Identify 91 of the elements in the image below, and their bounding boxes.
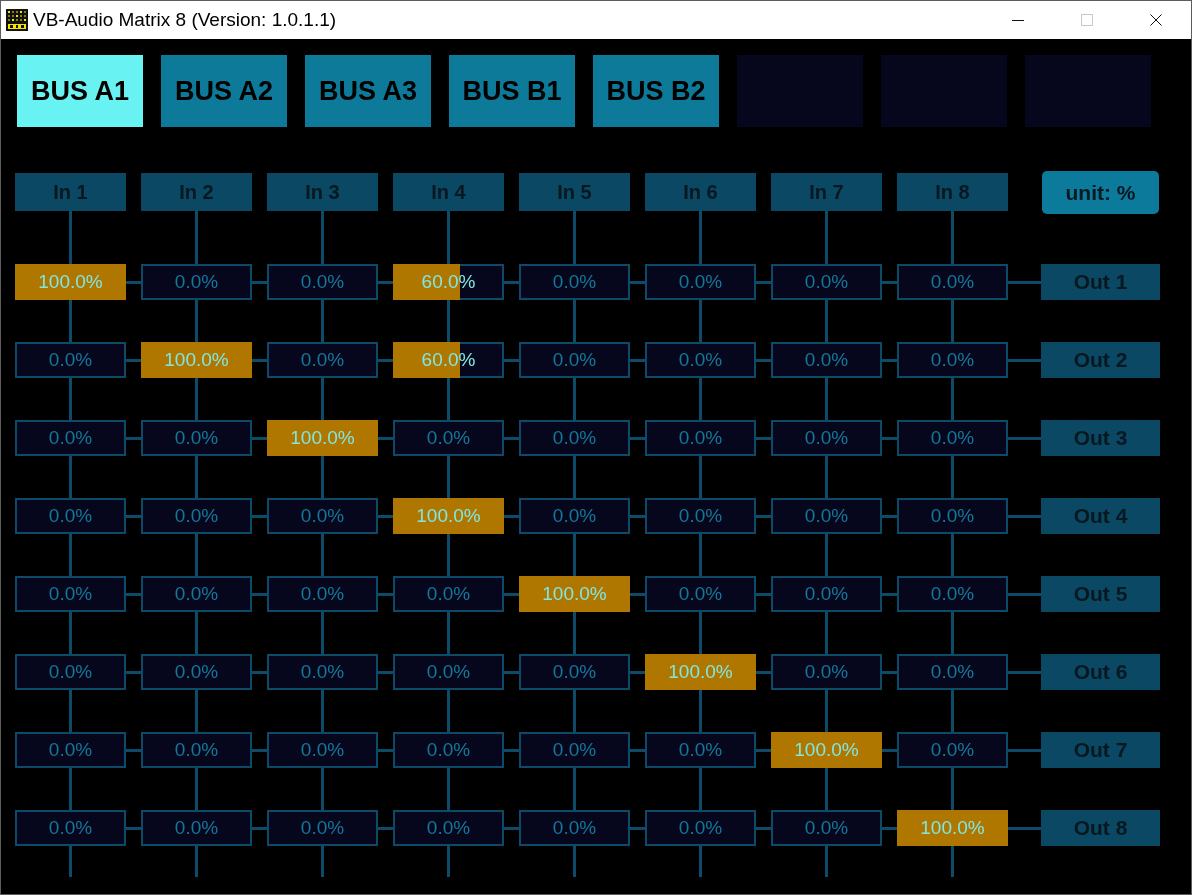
gain-slider[interactable]: 100.0%: [645, 654, 756, 690]
gain-slider[interactable]: 100.0%: [897, 810, 1008, 846]
gain-slider[interactable]: 100.0%: [771, 732, 882, 768]
empty-tab[interactable]: [1025, 55, 1151, 127]
output-label: Out 2: [1041, 342, 1160, 378]
gain-slider[interactable]: 100.0%: [141, 342, 252, 378]
close-icon: [1149, 14, 1162, 26]
gain-slider[interactable]: 0.0%: [393, 810, 504, 846]
gain-slider[interactable]: 0.0%: [771, 810, 882, 846]
gain-slider[interactable]: 0.0%: [645, 420, 756, 456]
gain-slider[interactable]: 0.0%: [519, 498, 630, 534]
gain-slider[interactable]: 0.0%: [771, 654, 882, 690]
gain-slider[interactable]: 0.0%: [645, 498, 756, 534]
gain-slider[interactable]: 0.0%: [267, 264, 378, 300]
gain-slider[interactable]: 0.0%: [645, 576, 756, 612]
gain-slider[interactable]: 0.0%: [771, 576, 882, 612]
gain-slider[interactable]: 0.0%: [267, 810, 378, 846]
gain-slider[interactable]: 0.0%: [519, 342, 630, 378]
input-label: In 1: [15, 173, 126, 211]
gain-slider[interactable]: 100.0%: [393, 498, 504, 534]
gain-slider[interactable]: 0.0%: [267, 732, 378, 768]
output-label: Out 6: [1041, 654, 1160, 690]
gain-slider[interactable]: 100.0%: [267, 420, 378, 456]
gain-slider[interactable]: 0.0%: [519, 810, 630, 846]
input-label: In 4: [393, 173, 504, 211]
gain-slider[interactable]: 0.0%: [15, 498, 126, 534]
input-label: In 3: [267, 173, 378, 211]
gain-slider[interactable]: 0.0%: [519, 264, 630, 300]
gain-slider[interactable]: 0.0%: [141, 576, 252, 612]
empty-tab[interactable]: [737, 55, 863, 127]
gain-slider[interactable]: 0.0%: [771, 420, 882, 456]
gain-slider[interactable]: 0.0%: [897, 264, 1008, 300]
gain-slider[interactable]: 0.0%: [897, 576, 1008, 612]
gain-slider[interactable]: 100.0%: [519, 576, 630, 612]
gain-slider[interactable]: 0.0%: [519, 654, 630, 690]
grid-logo-icon: [6, 9, 28, 31]
gain-slider[interactable]: 0.0%: [141, 732, 252, 768]
input-label: In 5: [519, 173, 630, 211]
gain-slider[interactable]: 0.0%: [393, 732, 504, 768]
empty-tab[interactable]: [881, 55, 1007, 127]
gain-slider[interactable]: 0.0%: [897, 420, 1008, 456]
gain-slider[interactable]: 0.0%: [15, 654, 126, 690]
gain-slider[interactable]: 0.0%: [141, 264, 252, 300]
gain-slider[interactable]: 0.0%: [267, 342, 378, 378]
gain-slider[interactable]: 0.0%: [897, 654, 1008, 690]
gain-slider[interactable]: 0.0%: [267, 654, 378, 690]
gain-slider[interactable]: 0.0%: [393, 654, 504, 690]
gain-slider[interactable]: 0.0%: [15, 810, 126, 846]
gain-slider[interactable]: 0.0%: [771, 264, 882, 300]
input-label: In 7: [771, 173, 882, 211]
gain-slider[interactable]: 0.0%: [645, 342, 756, 378]
output-label: Out 7: [1041, 732, 1160, 768]
gain-slider[interactable]: 0.0%: [267, 576, 378, 612]
output-label: Out 4: [1041, 498, 1160, 534]
gain-slider[interactable]: 0.0%: [519, 420, 630, 456]
gain-slider[interactable]: 0.0%: [15, 420, 126, 456]
gain-slider[interactable]: 0.0%: [141, 420, 252, 456]
gain-slider[interactable]: 0.0%: [897, 498, 1008, 534]
gain-slider[interactable]: 0.0%: [393, 576, 504, 612]
input-label: In 6: [645, 173, 756, 211]
output-label: Out 8: [1041, 810, 1160, 846]
bus-tab[interactable]: BUS A3: [305, 55, 431, 127]
gain-slider[interactable]: 0.0%: [645, 810, 756, 846]
gain-slider[interactable]: 0.0%: [141, 498, 252, 534]
gain-slider[interactable]: 0.0%: [771, 498, 882, 534]
gain-slider[interactable]: 0.0%: [393, 420, 504, 456]
gain-slider[interactable]: 0.0%: [141, 810, 252, 846]
gain-slider[interactable]: 0.0%: [645, 732, 756, 768]
output-label: Out 1: [1041, 264, 1160, 300]
bus-tab[interactable]: BUS A2: [161, 55, 287, 127]
unit-button[interactable]: unit: %: [1042, 171, 1159, 214]
gain-slider[interactable]: 0.0%: [15, 576, 126, 612]
gain-slider[interactable]: 0.0%: [267, 498, 378, 534]
maximize-icon: [1080, 14, 1093, 26]
input-label: In 2: [141, 173, 252, 211]
bus-tab[interactable]: BUS A1: [17, 55, 143, 127]
gain-slider[interactable]: 0.0%: [141, 654, 252, 690]
window-title: VB-Audio Matrix 8 (Version: 1.0.1.1): [33, 9, 337, 31]
gain-slider[interactable]: 0.0%: [15, 342, 126, 378]
gain-slider[interactable]: 0.0%: [15, 732, 126, 768]
bus-tab[interactable]: BUS B1: [449, 55, 575, 127]
gain-slider[interactable]: 100.0%: [15, 264, 126, 300]
gain-slider[interactable]: 0.0%: [771, 342, 882, 378]
gain-slider[interactable]: 0.0%: [897, 342, 1008, 378]
input-label: In 8: [897, 173, 1008, 211]
gain-slider[interactable]: 0.0%: [897, 732, 1008, 768]
output-label: Out 5: [1041, 576, 1160, 612]
bus-tab[interactable]: BUS B2: [593, 55, 719, 127]
output-label: Out 3: [1041, 420, 1160, 456]
gain-slider[interactable]: 0.0%: [519, 732, 630, 768]
gain-slider[interactable]: 0.0%: [645, 264, 756, 300]
